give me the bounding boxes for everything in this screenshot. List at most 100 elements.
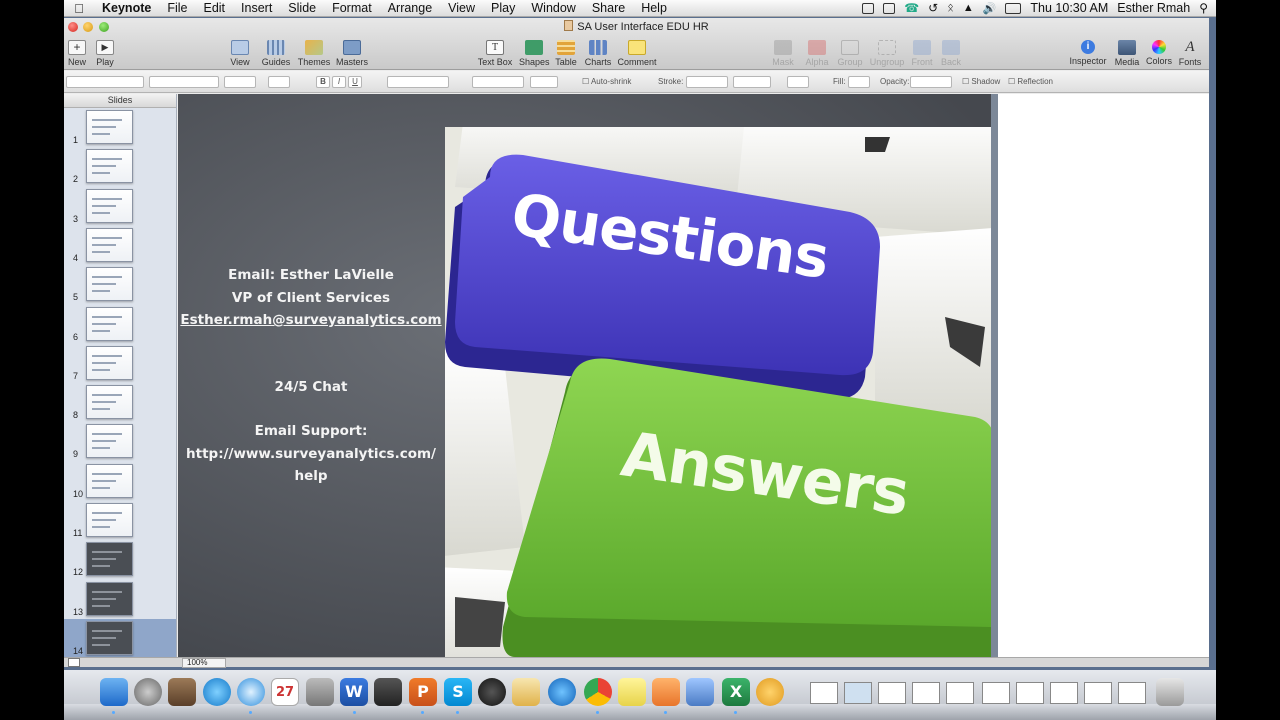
- menu-app-keynote[interactable]: Keynote: [94, 1, 159, 15]
- fonts-button[interactable]: A Fonts: [1176, 40, 1204, 68]
- shadow-checkbox[interactable]: ☐ Shadow: [962, 77, 1000, 86]
- excel-icon[interactable]: X: [722, 678, 750, 706]
- opacity-field[interactable]: [910, 76, 952, 88]
- comment-button[interactable]: Comment: [617, 40, 657, 67]
- menu-help[interactable]: Help: [633, 1, 675, 15]
- view-button[interactable]: View: [225, 40, 255, 67]
- alignment-buttons[interactable]: [387, 76, 449, 88]
- colors-button[interactable]: Colors: [1144, 40, 1174, 66]
- ungroup-button[interactable]: Ungroup: [869, 40, 905, 67]
- slide-thumbnail[interactable]: 14: [64, 618, 176, 658]
- view-options-icon[interactable]: [68, 658, 80, 667]
- bold-button[interactable]: B: [316, 76, 330, 88]
- stroke-style-dropdown[interactable]: [686, 76, 728, 88]
- battery-icon[interactable]: [1005, 2, 1022, 14]
- word-icon[interactable]: W: [340, 678, 368, 706]
- font-family-dropdown[interactable]: [149, 76, 219, 88]
- stroke-width-dropdown[interactable]: [733, 76, 771, 88]
- zoom-dropdown[interactable]: 100%: [182, 658, 226, 668]
- finder-icon[interactable]: [100, 678, 128, 706]
- menu-share[interactable]: Share: [584, 1, 633, 15]
- slide-thumbnail[interactable]: 10: [64, 462, 176, 501]
- menu-edit[interactable]: Edit: [195, 1, 233, 15]
- line-spacing-dropdown[interactable]: [472, 76, 524, 88]
- slide-thumbnail[interactable]: 1: [64, 108, 176, 147]
- menu-format[interactable]: Format: [324, 1, 380, 15]
- trash-icon[interactable]: [1156, 678, 1184, 706]
- skype-icon[interactable]: S: [444, 678, 472, 706]
- minimized-window-1[interactable]: [810, 682, 838, 704]
- slide-thumbnail[interactable]: 8: [64, 383, 176, 422]
- minimized-window-7[interactable]: [1016, 682, 1044, 704]
- charts-button[interactable]: Charts: [583, 40, 613, 67]
- minimized-window-10[interactable]: [1118, 682, 1146, 704]
- slide-thumbnail[interactable]: 6: [64, 305, 176, 344]
- slide-thumbnail[interactable]: 5: [64, 265, 176, 304]
- minimized-window-5[interactable]: [946, 682, 974, 704]
- user-name[interactable]: Esther Rmah: [1117, 1, 1190, 15]
- iphoto-icon[interactable]: [686, 678, 714, 706]
- questions-answers-keyboard-image[interactable]: Questions Answers: [445, 127, 991, 657]
- menu-insert[interactable]: Insert: [233, 1, 280, 15]
- launchpad-icon[interactable]: [134, 678, 162, 706]
- text-box-button[interactable]: T Text Box: [477, 40, 513, 67]
- group-button[interactable]: Group: [835, 40, 865, 67]
- menu-window[interactable]: Window: [523, 1, 583, 15]
- contact-text-box[interactable]: Email: Esther LaVielle VP of Client Serv…: [178, 264, 444, 488]
- apple-menu-icon[interactable]: : [64, 1, 94, 16]
- preview-icon[interactable]: [512, 678, 540, 706]
- auto-shrink-checkbox[interactable]: ☐ Auto-shrink: [582, 77, 631, 86]
- masters-button[interactable]: Masters: [335, 40, 369, 67]
- underline-button[interactable]: U: [348, 76, 362, 88]
- wolf-app-icon[interactable]: [478, 678, 506, 706]
- fill-color-well[interactable]: [848, 76, 870, 88]
- bluetooth-icon[interactable]: ᛟ: [947, 2, 954, 14]
- inspector-button[interactable]: i Inspector: [1068, 40, 1108, 66]
- slide-14[interactable]: Email: Esther LaVielle VP of Client Serv…: [178, 94, 998, 657]
- minimized-window-8[interactable]: [1050, 682, 1078, 704]
- stroke-color-well[interactable]: [787, 76, 809, 88]
- minimized-window-9[interactable]: [1084, 682, 1112, 704]
- menu-file[interactable]: File: [159, 1, 195, 15]
- shapes-button[interactable]: Shapes: [519, 40, 550, 67]
- font-face-dropdown[interactable]: [224, 76, 256, 88]
- keynote-icon[interactable]: [652, 678, 680, 706]
- calendar-icon[interactable]: 27: [271, 678, 299, 706]
- slide-thumbnail[interactable]: 3: [64, 187, 176, 226]
- facetime-icon[interactable]: [883, 2, 896, 14]
- slide-thumbnail[interactable]: 4: [64, 226, 176, 265]
- system-preferences-icon[interactable]: [306, 678, 334, 706]
- imovie-icon[interactable]: [374, 678, 402, 706]
- volume-icon[interactable]: 🔊: [983, 2, 997, 15]
- stickies-icon[interactable]: [618, 678, 646, 706]
- minimized-window-3[interactable]: [878, 682, 906, 704]
- minimized-window-4[interactable]: [912, 682, 940, 704]
- new-slide-button[interactable]: + New: [68, 40, 86, 67]
- slide-thumbnail[interactable]: 7: [64, 344, 176, 383]
- back-button[interactable]: Back: [938, 40, 964, 67]
- spotlight-icon[interactable]: ⚲: [1199, 1, 1208, 15]
- slide-thumbnail[interactable]: 13: [64, 580, 176, 619]
- italic-button[interactable]: I: [332, 76, 346, 88]
- menu-arrange[interactable]: Arrange: [380, 1, 440, 15]
- guides-button[interactable]: Guides: [261, 40, 291, 67]
- minimized-window-2[interactable]: [844, 682, 872, 704]
- minimized-window-6[interactable]: [982, 682, 1010, 704]
- slide-thumbnail[interactable]: 9: [64, 422, 176, 461]
- menu-view[interactable]: View: [440, 1, 483, 15]
- powerpoint-icon[interactable]: P: [409, 678, 437, 706]
- flower-app-icon[interactable]: [756, 678, 784, 706]
- alpha-button[interactable]: Alpha: [804, 40, 830, 67]
- wifi-icon[interactable]: ▲: [963, 2, 974, 14]
- safari-icon[interactable]: [237, 678, 265, 706]
- support-url-tail[interactable]: help: [178, 465, 444, 488]
- clock[interactable]: Thu 10:30 AM: [1030, 1, 1108, 15]
- chrome-icon[interactable]: [584, 678, 612, 706]
- menu-play[interactable]: Play: [483, 1, 523, 15]
- menu-slide[interactable]: Slide: [280, 1, 324, 15]
- slide-thumbnail[interactable]: 2: [64, 147, 176, 186]
- itunes-icon[interactable]: [548, 678, 576, 706]
- font-size-field[interactable]: [268, 76, 290, 88]
- system-utility-icon[interactable]: [168, 678, 196, 706]
- themes-button[interactable]: Themes: [297, 40, 331, 67]
